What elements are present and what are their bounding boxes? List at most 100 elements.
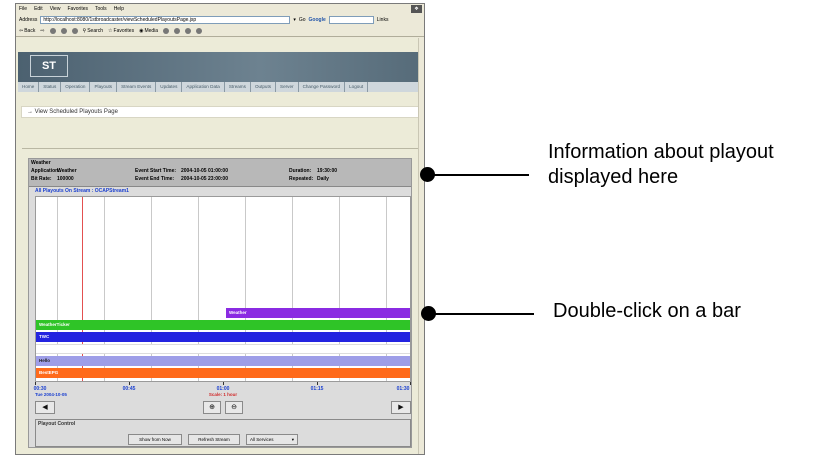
media-button[interactable]: ◉ Media	[139, 28, 158, 34]
nav-application-data[interactable]: Application Data	[182, 82, 225, 92]
right-arrow-icon: ▶	[398, 404, 404, 411]
media-icon: ◉	[139, 28, 144, 34]
event-end-label: Event End Time:	[135, 176, 175, 182]
axis-tick	[129, 382, 130, 385]
windows-logo-icon: ❖	[411, 5, 422, 13]
playout-bar-hello[interactable]: Hello	[36, 356, 410, 366]
google-label: Google	[308, 16, 326, 23]
axis-tick	[35, 382, 36, 385]
scroll-right-button[interactable]: ▶	[391, 401, 411, 414]
back-label: Back	[24, 28, 36, 34]
screenshot-root: File Edit View Favorites Tools Help ❖ Ad…	[0, 0, 814, 460]
zoom-out-icon: ⊖	[231, 404, 237, 411]
favorites-button[interactable]: ☆ Favorites	[108, 28, 134, 34]
tick-label: 01:15	[310, 386, 324, 392]
go-button[interactable]: Go	[299, 17, 306, 23]
tick-label: 00:45	[122, 386, 136, 392]
menu-view[interactable]: View	[50, 4, 61, 14]
callout-dot-doubleclick	[421, 306, 436, 321]
services-select[interactable]: All Services ▾	[246, 434, 298, 445]
nav-logout[interactable]: Logout	[345, 82, 369, 92]
stop-icon[interactable]	[49, 28, 56, 34]
refresh-stream-button[interactable]: Refresh Stream	[188, 434, 240, 445]
bitrate-value: 100000	[57, 176, 74, 182]
forward-arrow-icon: ⇨	[40, 28, 45, 34]
nav-playouts[interactable]: Playouts	[90, 82, 118, 92]
duration-value: 19:30:00	[317, 168, 338, 174]
playout-title: Weather	[31, 160, 51, 166]
playout-bar-empty[interactable]	[36, 344, 410, 354]
back-button[interactable]: ⇦ Back	[19, 28, 35, 34]
browser-toolbar: ⇦ Back ⇨ ⚲ Search ☆ Favorites ◉ Media	[16, 26, 424, 37]
scroll-left-button[interactable]: ◀	[35, 401, 55, 414]
menu-file[interactable]: File	[19, 4, 27, 14]
bitrate-label: Bit Rate:	[31, 176, 52, 182]
links-label[interactable]: Links	[377, 17, 389, 23]
repeated-label: Repeated:	[289, 176, 314, 182]
axis-tick	[223, 382, 224, 385]
nav-updates[interactable]: Updates	[156, 82, 183, 92]
event-start-label: Event Start Time:	[135, 168, 177, 174]
application-value: Weather	[57, 168, 77, 174]
left-arrow-icon: ◀	[42, 404, 48, 411]
media-label: Media	[144, 28, 159, 34]
axis-tick	[410, 382, 411, 385]
forward-button[interactable]: ⇨	[40, 28, 44, 34]
app-banner: ST	[18, 52, 422, 82]
nav-change-password[interactable]: Change Password	[299, 82, 346, 92]
search-icon: ⚲	[82, 28, 87, 34]
zoom-in-button[interactable]: ⊕	[203, 401, 221, 414]
playout-control-group: Playout Control Show from Now Refresh St…	[35, 419, 411, 447]
divider	[22, 148, 418, 149]
browser-window: File Edit View Favorites Tools Help ❖ Ad…	[15, 3, 425, 455]
date-label: Tue 2004-10-05	[35, 392, 67, 397]
playout-bar-weatherticker[interactable]: WeatherTicker	[36, 320, 410, 330]
search-label: Search	[87, 28, 104, 34]
print-icon[interactable]	[185, 28, 192, 34]
axis-tick	[317, 382, 318, 385]
search-button[interactable]: ⚲ Search	[83, 28, 104, 34]
nav-outputs[interactable]: Outputs	[251, 82, 277, 92]
playout-info-header: Weather Application: Weather Bit Rate: 1…	[29, 159, 411, 187]
nav-operation[interactable]: Operation	[61, 82, 91, 92]
zoom-in-icon: ⊕	[209, 404, 215, 411]
callout-line-info	[425, 174, 529, 176]
playout-panel: Weather Application: Weather Bit Rate: 1…	[28, 158, 412, 448]
show-from-now-button[interactable]: Show from Now	[128, 434, 182, 445]
timeline-nav: ◀ ⊕ ⊖ ▶	[35, 401, 411, 415]
nav-stream-events[interactable]: Stream Events	[117, 82, 157, 92]
playout-bar-bestepg[interactable]: BestEPG	[36, 368, 410, 378]
playout-bar-weather[interactable]: Weather	[226, 308, 410, 318]
nav-server[interactable]: Server	[276, 82, 299, 92]
playout-bar-twc[interactable]: TWC	[36, 332, 410, 342]
page-scrollbar[interactable]	[418, 38, 424, 454]
app-nav: Home Status Operation Playouts Stream Ev…	[18, 82, 422, 92]
menu-tools[interactable]: Tools	[95, 4, 107, 14]
home-icon[interactable]	[71, 28, 78, 34]
zoom-out-button[interactable]: ⊖	[225, 401, 243, 414]
scale-label: Scale: 1 hour	[208, 392, 238, 397]
duration-label: Duration:	[289, 168, 312, 174]
edit-icon[interactable]	[196, 28, 203, 34]
url-field[interactable]: http://localhost:8080/1stbroadcaster/vie…	[40, 15, 291, 24]
menu-edit[interactable]: Edit	[34, 4, 43, 14]
callout-doubleclick-text: Double-click on a bar	[553, 300, 741, 322]
timeline-plot: Weather WeatherTicker TWC Hello BestEPG	[35, 196, 411, 382]
google-search-field[interactable]	[328, 15, 374, 24]
mail-icon[interactable]	[174, 28, 181, 34]
repeated-value: Daily	[317, 176, 329, 182]
callout-info-text: Information about playout displayed here	[548, 141, 774, 188]
dropdown-arrow-icon[interactable]: ▾	[293, 17, 296, 23]
nav-home[interactable]: Home	[18, 82, 40, 92]
history-icon[interactable]	[163, 28, 170, 34]
event-start-value: 2004-10-05 01:00:00	[181, 168, 228, 174]
nav-streams[interactable]: Streams	[225, 82, 251, 92]
nav-status[interactable]: Status	[39, 82, 62, 92]
menu-help[interactable]: Help	[114, 4, 124, 14]
callout-line-doubleclick	[428, 313, 534, 315]
breadcrumb[interactable]: → View Scheduled Playouts Page	[21, 106, 421, 118]
menu-favorites[interactable]: Favorites	[67, 4, 88, 14]
star-icon: ☆	[108, 28, 113, 34]
refresh-icon[interactable]	[60, 28, 67, 34]
tick-label: 01:30	[396, 386, 410, 392]
